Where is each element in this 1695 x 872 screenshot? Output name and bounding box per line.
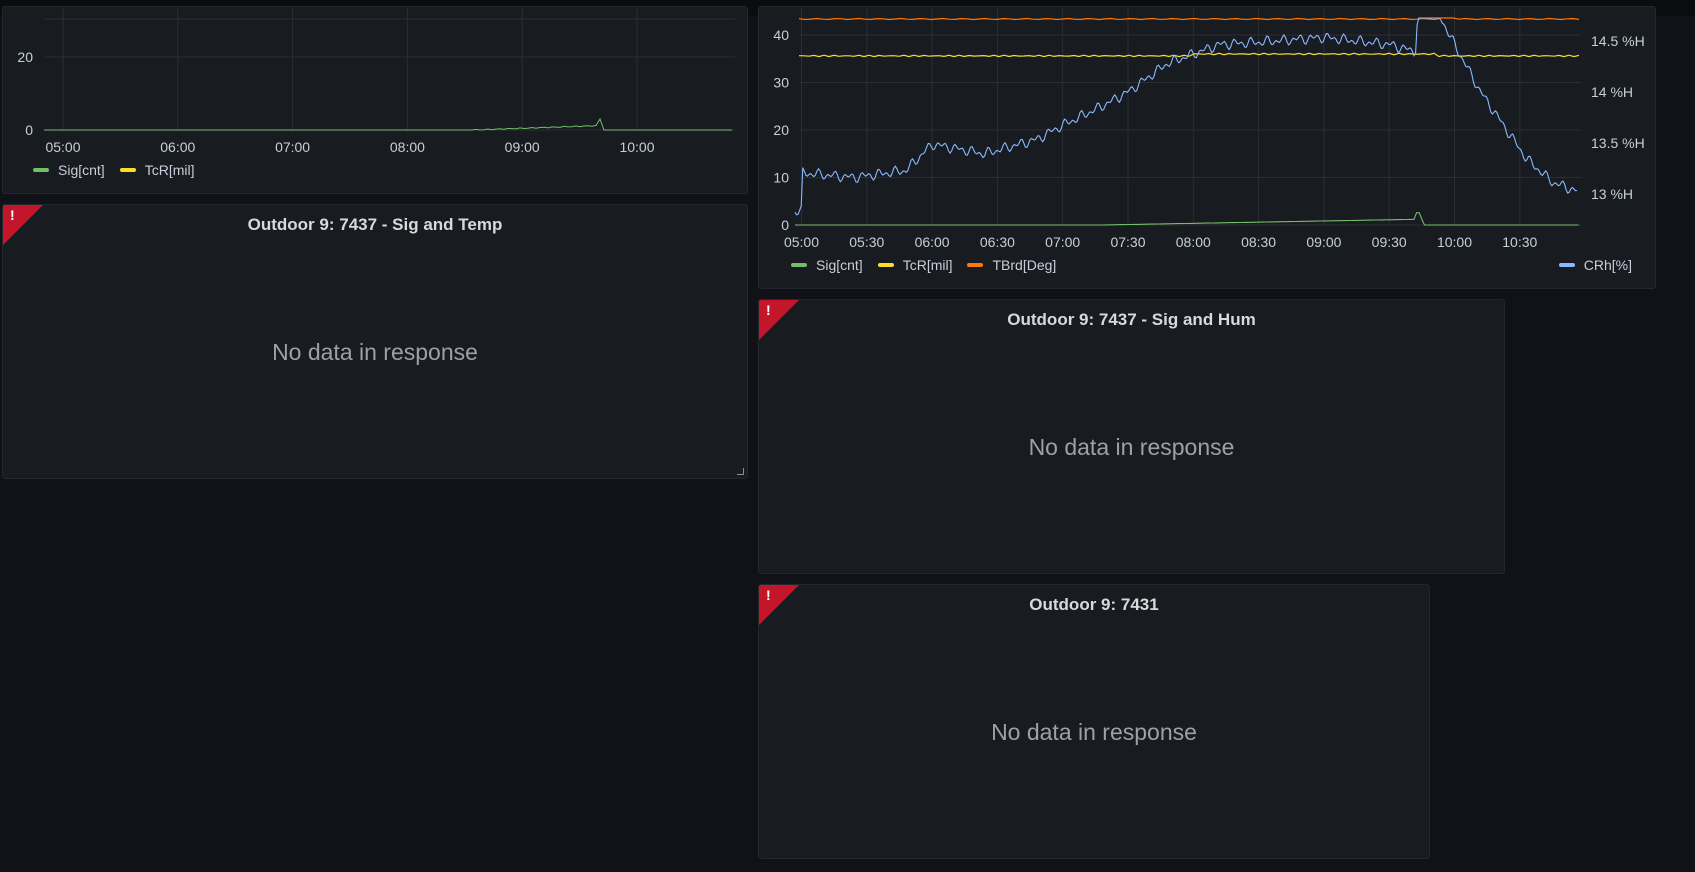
legend-item[interactable]: Sig[cnt]: [791, 257, 863, 273]
tick-label: 05:30: [849, 234, 884, 250]
tick-label: 07:30: [1110, 234, 1145, 250]
tick-label: 05:00: [784, 234, 819, 250]
legend-right: CRh[%]: [1558, 257, 1647, 273]
series-sig-line: [795, 212, 1579, 226]
legend-item[interactable]: TcR[mil]: [877, 257, 953, 273]
tick-label: 40: [773, 27, 789, 43]
series-tbrd-line: [798, 17, 1580, 21]
tick-label: 09:00: [505, 139, 540, 155]
y-axis: 20 0: [17, 49, 33, 138]
x-axis: 05:00 05:30 06:00 06:30 07:00 07:30 08:00 08:30…: [784, 234, 1538, 250]
tick-label: 06:00: [160, 139, 195, 155]
legend-swatch-icon: [877, 263, 894, 267]
panel-7431: ! Outdoor 9: 7431 No data in response: [758, 584, 1430, 859]
legend-label: TcR[mil]: [144, 162, 195, 178]
tick-label: 0: [25, 122, 33, 138]
legend-item[interactable]: Sig[cnt]: [33, 162, 105, 178]
legend-swatch-icon: [1558, 263, 1575, 267]
y-axis-right: 14.5 %H 14 %H 13.5 %H 13 %H: [1591, 33, 1645, 202]
tick-label: 10:00: [619, 139, 654, 155]
tick-label: 09:00: [1306, 234, 1341, 250]
series-sig-line: [44, 117, 732, 131]
panel-title[interactable]: Outdoor 9: 7437 - Sig and Hum: [759, 310, 1504, 330]
no-data-message: No data in response: [991, 719, 1197, 745]
legend-label: TcR[mil]: [902, 257, 953, 273]
tick-label: 30: [773, 75, 789, 91]
x-axis: 05:00 06:00 07:00 08:00 09:00 10:00: [45, 139, 654, 155]
no-data-message: No data in response: [1028, 434, 1235, 460]
tick-label: 07:00: [1045, 234, 1080, 250]
tick-label: 20: [773, 122, 789, 138]
series-crh-line: [794, 17, 1578, 216]
tick-label: 13 %H: [1591, 186, 1633, 202]
legend-label: Sig[cnt]: [816, 257, 863, 273]
tick-label: 05:00: [45, 139, 80, 155]
tick-label: 10:00: [1437, 234, 1472, 250]
panel-top-left-graph: 20 0 05:00 06:00 07:00 08:00 09:00 10:00 Sig[c…: [2, 6, 748, 194]
tick-label: 13.5 %H: [1591, 135, 1645, 151]
legend-swatch-icon: [119, 168, 136, 172]
legend-left: Sig[cnt] TcR[mil] TBrd[Deg]: [791, 257, 1071, 273]
legend-label: CRh[%]: [1583, 257, 1632, 273]
grid: [44, 7, 735, 131]
tick-label: 06:00: [915, 234, 950, 250]
panel-title[interactable]: Outdoor 9: 7431: [759, 595, 1429, 615]
legend-swatch-icon: [967, 263, 984, 267]
legend-label: Sig[cnt]: [58, 162, 105, 178]
legend-swatch-icon: [791, 263, 807, 267]
legend-item[interactable]: CRh[%]: [1558, 257, 1632, 273]
no-data-message: No data in response: [272, 339, 478, 365]
panel-resize-handle[interactable]: [737, 468, 744, 475]
legend-item[interactable]: TBrd[Deg]: [967, 257, 1056, 273]
tick-label: 09:30: [1372, 234, 1407, 250]
tick-label: 10:30: [1502, 234, 1537, 250]
tick-label: 0: [781, 217, 789, 233]
panel-sig-temp: ! Outdoor 9: 7437 - Sig and Temp No data…: [2, 204, 748, 479]
tick-label: 07:00: [275, 139, 310, 155]
graph-top-right: 40 30 20 10 0 14.5 %H 14 %H 13.5 %H 13 %H 05:00…: [773, 7, 1645, 250]
legend-item[interactable]: TcR[mil]: [119, 162, 195, 178]
panel-sig-hum: ! Outdoor 9: 7437 - Sig and Hum No data …: [758, 299, 1505, 574]
tick-label: 08:00: [1176, 234, 1211, 250]
tick-label: 08:30: [1241, 234, 1276, 250]
tick-label: 10: [773, 170, 789, 186]
legend: Sig[cnt] TcR[mil]: [33, 162, 209, 178]
legend-label: TBrd[Deg]: [992, 257, 1057, 273]
panel-title[interactable]: Outdoor 9: 7437 - Sig and Temp: [3, 215, 747, 235]
legend-swatch-icon: [33, 168, 49, 172]
y-axis-left: 40 30 20 10 0: [773, 27, 789, 233]
tick-label: 06:30: [980, 234, 1015, 250]
tick-label: 08:00: [390, 139, 425, 155]
tick-label: 20: [17, 49, 33, 65]
panel-top-right-graph: 40 30 20 10 0 14.5 %H 14 %H 13.5 %H 13 %H 05:00…: [758, 6, 1656, 289]
tick-label: 14 %H: [1591, 84, 1633, 100]
tick-label: 14.5 %H: [1591, 33, 1645, 49]
grid: [799, 7, 1581, 226]
